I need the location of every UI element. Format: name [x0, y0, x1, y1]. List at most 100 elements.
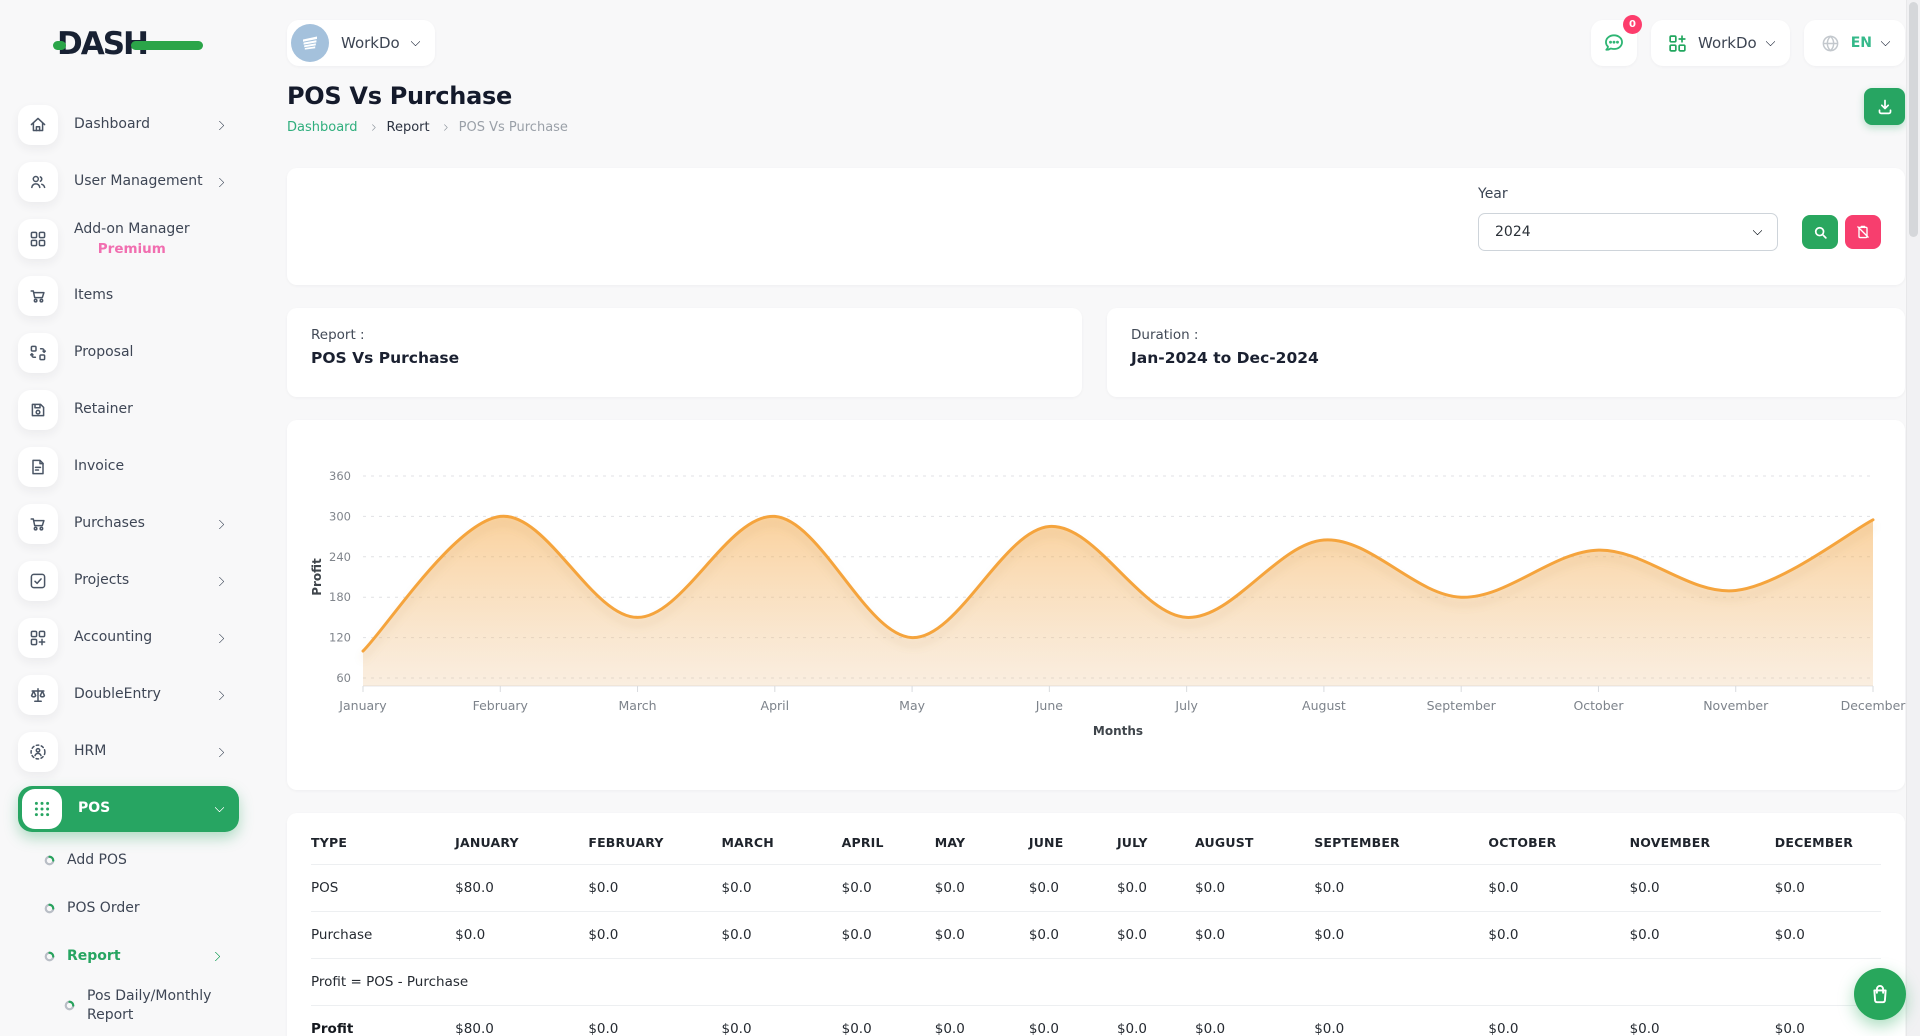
svg-text:Profit: Profit [310, 558, 324, 596]
sidebar-subitem-pos-daily-monthly-report[interactable]: Pos Daily/Monthly Report [64, 987, 249, 1025]
cell-value: $0.0 [1630, 912, 1775, 959]
sidebar-item-label: User Management [74, 173, 203, 191]
svg-text:October: October [1573, 698, 1624, 713]
breadcrumb-item-dashboard[interactable]: Dashboard [287, 120, 358, 135]
page-header: POS Vs Purchase DashboardReportPOS Vs Pu… [287, 82, 1905, 135]
sidebar-subitem-add-pos[interactable]: Add POS [44, 843, 265, 877]
sidebar-item-accounting[interactable]: Accounting [18, 615, 239, 661]
chevron-down-icon [216, 807, 223, 811]
scrollbar-thumb[interactable] [1909, 2, 1918, 237]
column-header-july: JULY [1117, 819, 1195, 865]
sidebar-item-proposal[interactable]: Proposal [18, 330, 239, 376]
column-header-type: TYPE [311, 819, 455, 865]
circle-bullet-icon [64, 1000, 75, 1011]
chat-icon [1602, 31, 1626, 55]
pos-cart-fab[interactable] [1854, 968, 1906, 1020]
sidebar-item-label: Accounting [74, 629, 152, 647]
sidebar-item-invoice[interactable]: Invoice [18, 444, 239, 490]
cell-value: $80.0 [455, 865, 588, 912]
column-header-september: SEPTEMBER [1314, 819, 1488, 865]
sidebar-item-retainer[interactable]: Retainer [18, 387, 239, 433]
sidebar-item-label: Add-on Manager [74, 221, 190, 239]
logo-bar-icon [131, 41, 203, 50]
topbar-actions: 0 WorkDo [1591, 20, 1905, 66]
search-button[interactable] [1802, 215, 1838, 249]
sidebar-subitem-label: Add POS [67, 851, 127, 870]
app-root: DASH Dashboard User Management Add-on Ma… [0, 0, 1920, 1036]
language-selector[interactable]: EN [1804, 20, 1905, 66]
cell-value: $0.0 [842, 1006, 935, 1036]
sidebar-item-dashboard[interactable]: Dashboard [18, 102, 239, 148]
circle-bullet-icon [44, 855, 55, 866]
duration-value: Jan-2024 to Dec-2024 [1131, 349, 1881, 367]
svg-text:60: 60 [336, 671, 351, 685]
cell-value: $0.0 [1775, 865, 1881, 912]
workspace-switcher[interactable]: WorkDo [287, 20, 435, 66]
cell-value: $0.0 [1630, 865, 1775, 912]
breadcrumb-item-report[interactable]: Report [387, 120, 430, 135]
cell-value: $0.0 [1117, 912, 1195, 959]
report-value: POS Vs Purchase [311, 349, 1058, 367]
sidebar-item-doubleentry[interactable]: DoubleEntry [18, 672, 239, 718]
sidebar-item-items[interactable]: Items [18, 273, 239, 319]
summary-cards: Report : POS Vs Purchase Duration : Jan-… [287, 308, 1905, 397]
sidebar-subitem-pos-order[interactable]: POS Order [44, 891, 265, 925]
breadcrumb-item-pos-vs-purchase: POS Vs Purchase [459, 120, 568, 135]
table-row-purchase: Purchase$0.0$0.0$0.0$0.0$0.0$0.0$0.0$0.0… [311, 912, 1881, 959]
cart-icon [18, 276, 58, 316]
brand-logo[interactable]: DASH [57, 24, 217, 66]
sidebar-item-projects[interactable]: Projects [18, 558, 239, 604]
svg-text:March: March [618, 698, 656, 713]
search-icon [1812, 224, 1829, 241]
dots-grid-icon [22, 789, 62, 829]
report-card: Report : POS Vs Purchase [287, 308, 1082, 397]
apps-menu-button[interactable]: WorkDo [1651, 20, 1790, 66]
filter-card: Year 2024 [287, 168, 1905, 285]
cell-value: $80.0 [455, 1006, 588, 1036]
report-table-card: TYPEJANUARYFEBRUARYMARCHAPRILMAYJUNEJULY… [287, 813, 1905, 1036]
download-button[interactable] [1864, 88, 1905, 125]
cell-value: $0.0 [1195, 912, 1314, 959]
profit-formula-note: Profit = POS - Purchase [311, 959, 1881, 1006]
cell-value: $0.0 [1630, 1006, 1775, 1036]
chevron-right-icon [216, 635, 223, 642]
sidebar-item-hrm[interactable]: HRM [18, 729, 239, 775]
column-header-august: AUGUST [1195, 819, 1314, 865]
svg-text:August: August [1302, 698, 1346, 713]
cell-value: $0.0 [721, 865, 841, 912]
chevron-down-icon [410, 37, 420, 47]
sidebar-subitem-report[interactable]: Report [44, 939, 265, 973]
cell-value: $0.0 [1314, 912, 1488, 959]
apps-menu-label: WorkDo [1698, 34, 1757, 52]
building-icon [299, 32, 321, 54]
cell-value: $0.0 [1775, 912, 1881, 959]
sidebar-item-purchases[interactable]: Purchases [18, 501, 239, 547]
column-header-april: APRIL [842, 819, 935, 865]
svg-text:January: January [338, 698, 387, 713]
year-select[interactable]: 2024 [1478, 213, 1778, 251]
cell-value: $0.0 [842, 865, 935, 912]
cart-icon [18, 504, 58, 544]
year-label: Year [1478, 186, 1881, 202]
messages-button[interactable]: 0 [1591, 20, 1637, 66]
sidebar-item-user-management[interactable]: User Management [18, 159, 239, 205]
home-icon [18, 105, 58, 145]
cell-value: $0.0 [1488, 912, 1629, 959]
workspace-name: WorkDo [341, 34, 400, 52]
sidebar-item-add-on-manager[interactable]: Add-on Manager Premium [18, 216, 239, 262]
cell-value: $0.0 [588, 1006, 721, 1036]
table-row-profit: Profit$80.0$0.0$0.0$0.0$0.0$0.0$0.0$0.0$… [311, 1006, 1881, 1036]
duration-label: Duration : [1131, 327, 1881, 343]
grid-plus-icon [18, 618, 58, 658]
year-select-value: 2024 [1495, 224, 1531, 240]
sidebar-item-pos[interactable]: POS [18, 786, 239, 832]
reset-button[interactable] [1845, 215, 1881, 249]
cell-value: $0.0 [1488, 865, 1629, 912]
shopping-bag-icon [1868, 982, 1892, 1006]
grid-plus-icon [1667, 33, 1688, 54]
chevron-right-icon [441, 124, 448, 131]
page-scrollbar[interactable] [1906, 0, 1920, 1036]
sidebar-item-label: POS [78, 800, 110, 818]
sidebar-item-sublabel: Premium [74, 241, 190, 257]
check-square-icon [18, 561, 58, 601]
